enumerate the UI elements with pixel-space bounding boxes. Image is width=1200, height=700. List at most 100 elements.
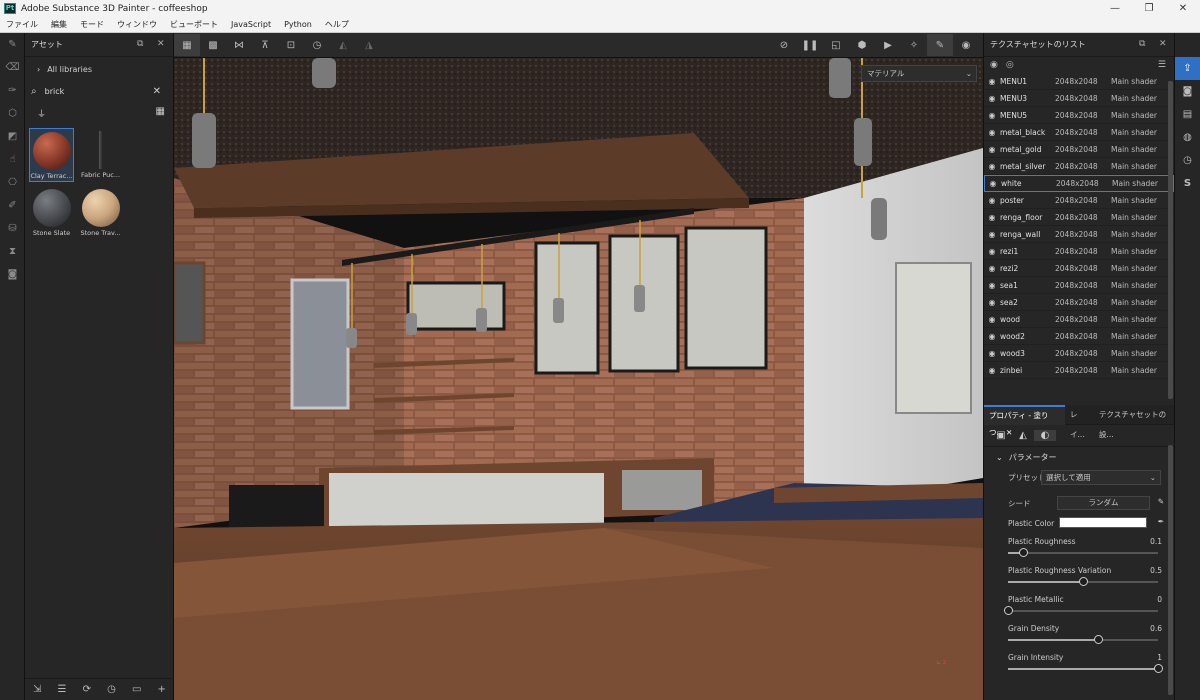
parameter-slider[interactable]: Plastic Roughness 0.1 (984, 533, 1174, 562)
display-settings-icon[interactable]: ◙ (1175, 80, 1200, 103)
slider-track[interactable] (1008, 664, 1163, 673)
menu-icon[interactable]: ☰ (1158, 60, 1166, 70)
eye-icon[interactable]: ◉ (984, 281, 1000, 290)
color-swatch[interactable] (1059, 517, 1147, 528)
close-window-button[interactable]: ✕ (1166, 0, 1200, 17)
texture-set-row[interactable]: ◉ renga_wall 2048x2048 Main shader (984, 226, 1174, 243)
eye-icon[interactable]: ◉ (984, 366, 1000, 375)
menu-edit[interactable]: 編集 (51, 19, 67, 30)
parameter-slider[interactable]: Grain Intensity 1 (984, 649, 1174, 678)
slider-handle[interactable] (1154, 664, 1163, 673)
eye-icon[interactable]: ◉ (985, 179, 1001, 188)
texture-set-row[interactable]: ◉ sea1 2048x2048 Main shader (984, 277, 1174, 294)
eye-icon[interactable]: ◉ (984, 230, 1000, 239)
maximize-button[interactable]: ❐ (1132, 0, 1166, 17)
eye-icon[interactable]: ◉ (984, 145, 1000, 154)
history-brush-icon[interactable]: ◷ (304, 34, 330, 56)
frame-icon[interactable]: ⊡ (278, 34, 304, 56)
slider-track[interactable] (1004, 606, 1158, 615)
bake-tool-icon[interactable]: ⛁ (0, 217, 25, 240)
eye-icon[interactable]: ◉ (984, 94, 1000, 103)
mirror-icon[interactable]: ◭ (330, 34, 356, 56)
texture-set-row[interactable]: ◉ renga_floor 2048x2048 Main shader (984, 209, 1174, 226)
material-picker-tool-icon[interactable]: ✐ (0, 194, 25, 217)
substance-logo-icon[interactable]: S (1175, 172, 1200, 195)
slider-track[interactable] (1008, 548, 1158, 557)
eye-icon[interactable]: ◉ (984, 332, 1000, 341)
history-icon[interactable]: ◷ (1175, 149, 1200, 172)
parameters-section[interactable]: ⌄ パラメーター (984, 447, 1174, 467)
eraser-tool-icon[interactable]: ⌫ (0, 56, 25, 79)
grid-snap-icon[interactable]: ▦ (174, 34, 200, 56)
texture-set-row[interactable]: ◉ MENU3 2048x2048 Main shader (984, 90, 1174, 107)
texture-set-row[interactable]: ◉ poster 2048x2048 Main shader (984, 192, 1174, 209)
float-panel-icon[interactable]: ⧉ (1139, 39, 1145, 49)
viewport[interactable]: ▦ ▩ ⋈ ⊼ ⊡ ◷ ◭ ◮ ⊘ ❚❚ ◱ ⬢ ▶ ✧ ✎ ◉ マテリアル ⌄… (174, 33, 983, 700)
add-icon[interactable]: + (158, 684, 166, 695)
clone-tool-icon[interactable]: ⎔ (0, 171, 25, 194)
geometry-fill-tool-icon[interactable]: ⬡ (0, 102, 25, 125)
eye-icon[interactable]: ◉ (984, 77, 1000, 86)
tab-properties[interactable]: プロパティ - 塗りつ... ✕ (984, 404, 1065, 437)
texture-set-row[interactable]: ◉ rezi2 2048x2048 Main shader (984, 260, 1174, 277)
paint-brush-tool-icon[interactable]: ✎ (0, 33, 25, 56)
cube-icon[interactable]: ⬢ (849, 34, 875, 56)
viewport-material-dropdown[interactable]: マテリアル ⌄ (861, 65, 977, 82)
screenshot-camera-icon[interactable]: ◉ (953, 34, 979, 56)
slider-track[interactable] (1008, 635, 1158, 644)
texture-set-row[interactable]: ◉ wood 2048x2048 Main shader (984, 311, 1174, 328)
history-icon[interactable]: ◷ (107, 684, 116, 695)
pause-icon[interactable]: ❚❚ (797, 34, 823, 56)
smudge-tool-icon[interactable]: ☝ (0, 148, 25, 171)
minimize-button[interactable]: — (1098, 0, 1132, 17)
parameter-slider[interactable]: Grain Density 0.6 (984, 620, 1174, 649)
texture-set-row[interactable]: ◉ rezi1 2048x2048 Main shader (984, 243, 1174, 260)
eye-icon[interactable]: ◉ (984, 349, 1000, 358)
asset-thumbnail[interactable]: Stone Trav... (78, 186, 123, 240)
menu-python[interactable]: Python (284, 20, 312, 29)
texture-set-row[interactable]: ◉ wood2 2048x2048 Main shader (984, 328, 1174, 345)
texture-set-row[interactable]: ◉ metal_silver 2048x2048 Main shader (984, 158, 1174, 175)
tab-layers[interactable]: レイ... (1065, 405, 1094, 439)
eye-icon[interactable]: ◉ (984, 111, 1000, 120)
list-icon[interactable]: ☰ (58, 684, 67, 695)
magic-wand-icon[interactable]: ✧ (901, 34, 927, 56)
seed-button[interactable]: ランダム (1057, 496, 1150, 510)
uv-projection-icon[interactable]: ◭ (1012, 430, 1034, 441)
slider-handle[interactable] (1079, 577, 1088, 586)
eye-icon[interactable]: ◉ (984, 196, 1000, 205)
camera-video-icon[interactable]: ▶ (875, 34, 901, 56)
import-icon[interactable]: ⇲ (33, 684, 41, 695)
texture-set-row[interactable]: ◉ sea2 2048x2048 Main shader (984, 294, 1174, 311)
texture-set-row[interactable]: ◉ white 2048x2048 Main shader (984, 175, 1174, 192)
asset-thumbnail[interactable]: Clay Terrac... (29, 128, 74, 182)
clear-search-icon[interactable]: ✕ (153, 86, 161, 97)
eye-icon[interactable]: ◎ (1006, 60, 1014, 70)
filter-icon[interactable]: ⏚ (37, 107, 46, 120)
fill-mode-icon[interactable]: ▣ (990, 430, 1012, 441)
paint-brush-icon[interactable]: ✎ (927, 34, 953, 56)
scrollbar[interactable] (1168, 445, 1173, 695)
slider-handle[interactable] (1004, 606, 1013, 615)
eye-icon[interactable]: ◉ (984, 128, 1000, 137)
eye-icon[interactable]: ◉ (984, 264, 1000, 273)
texture-set-row[interactable]: ◉ wood3 2048x2048 Main shader (984, 345, 1174, 362)
edit-seed-icon[interactable]: ✎ (1158, 497, 1164, 506)
stamp-tool-icon[interactable]: ◙ (0, 263, 25, 286)
projection-tool-icon[interactable]: ✑ (0, 79, 25, 102)
scrollbar[interactable] (1168, 81, 1173, 399)
texture-set-row[interactable]: ◉ MENU1 2048x2048 Main shader (984, 73, 1174, 90)
mirror-alt-icon[interactable]: ◮ (356, 34, 382, 56)
texture-set-row[interactable]: ◉ zinbei 2048x2048 Main shader (984, 362, 1174, 379)
menu-window[interactable]: ウィンドウ (117, 19, 157, 30)
eye-icon[interactable]: ◉ (984, 247, 1000, 256)
tab-texture-set-settings[interactable]: テクスチャセットの設... (1094, 405, 1174, 439)
parameter-slider[interactable]: Plastic Metallic 0 (984, 591, 1174, 620)
material-icon[interactable]: ◐ (1034, 430, 1056, 441)
visibility-toggle-icon[interactable]: ◉ (990, 60, 998, 70)
texture-set-row[interactable]: ◉ MENU5 2048x2048 Main shader (984, 107, 1174, 124)
slider-handle[interactable] (1019, 548, 1028, 557)
eye-icon[interactable]: ◉ (984, 213, 1000, 222)
menu-help[interactable]: ヘルプ (325, 19, 349, 30)
eye-icon[interactable]: ◉ (984, 298, 1000, 307)
